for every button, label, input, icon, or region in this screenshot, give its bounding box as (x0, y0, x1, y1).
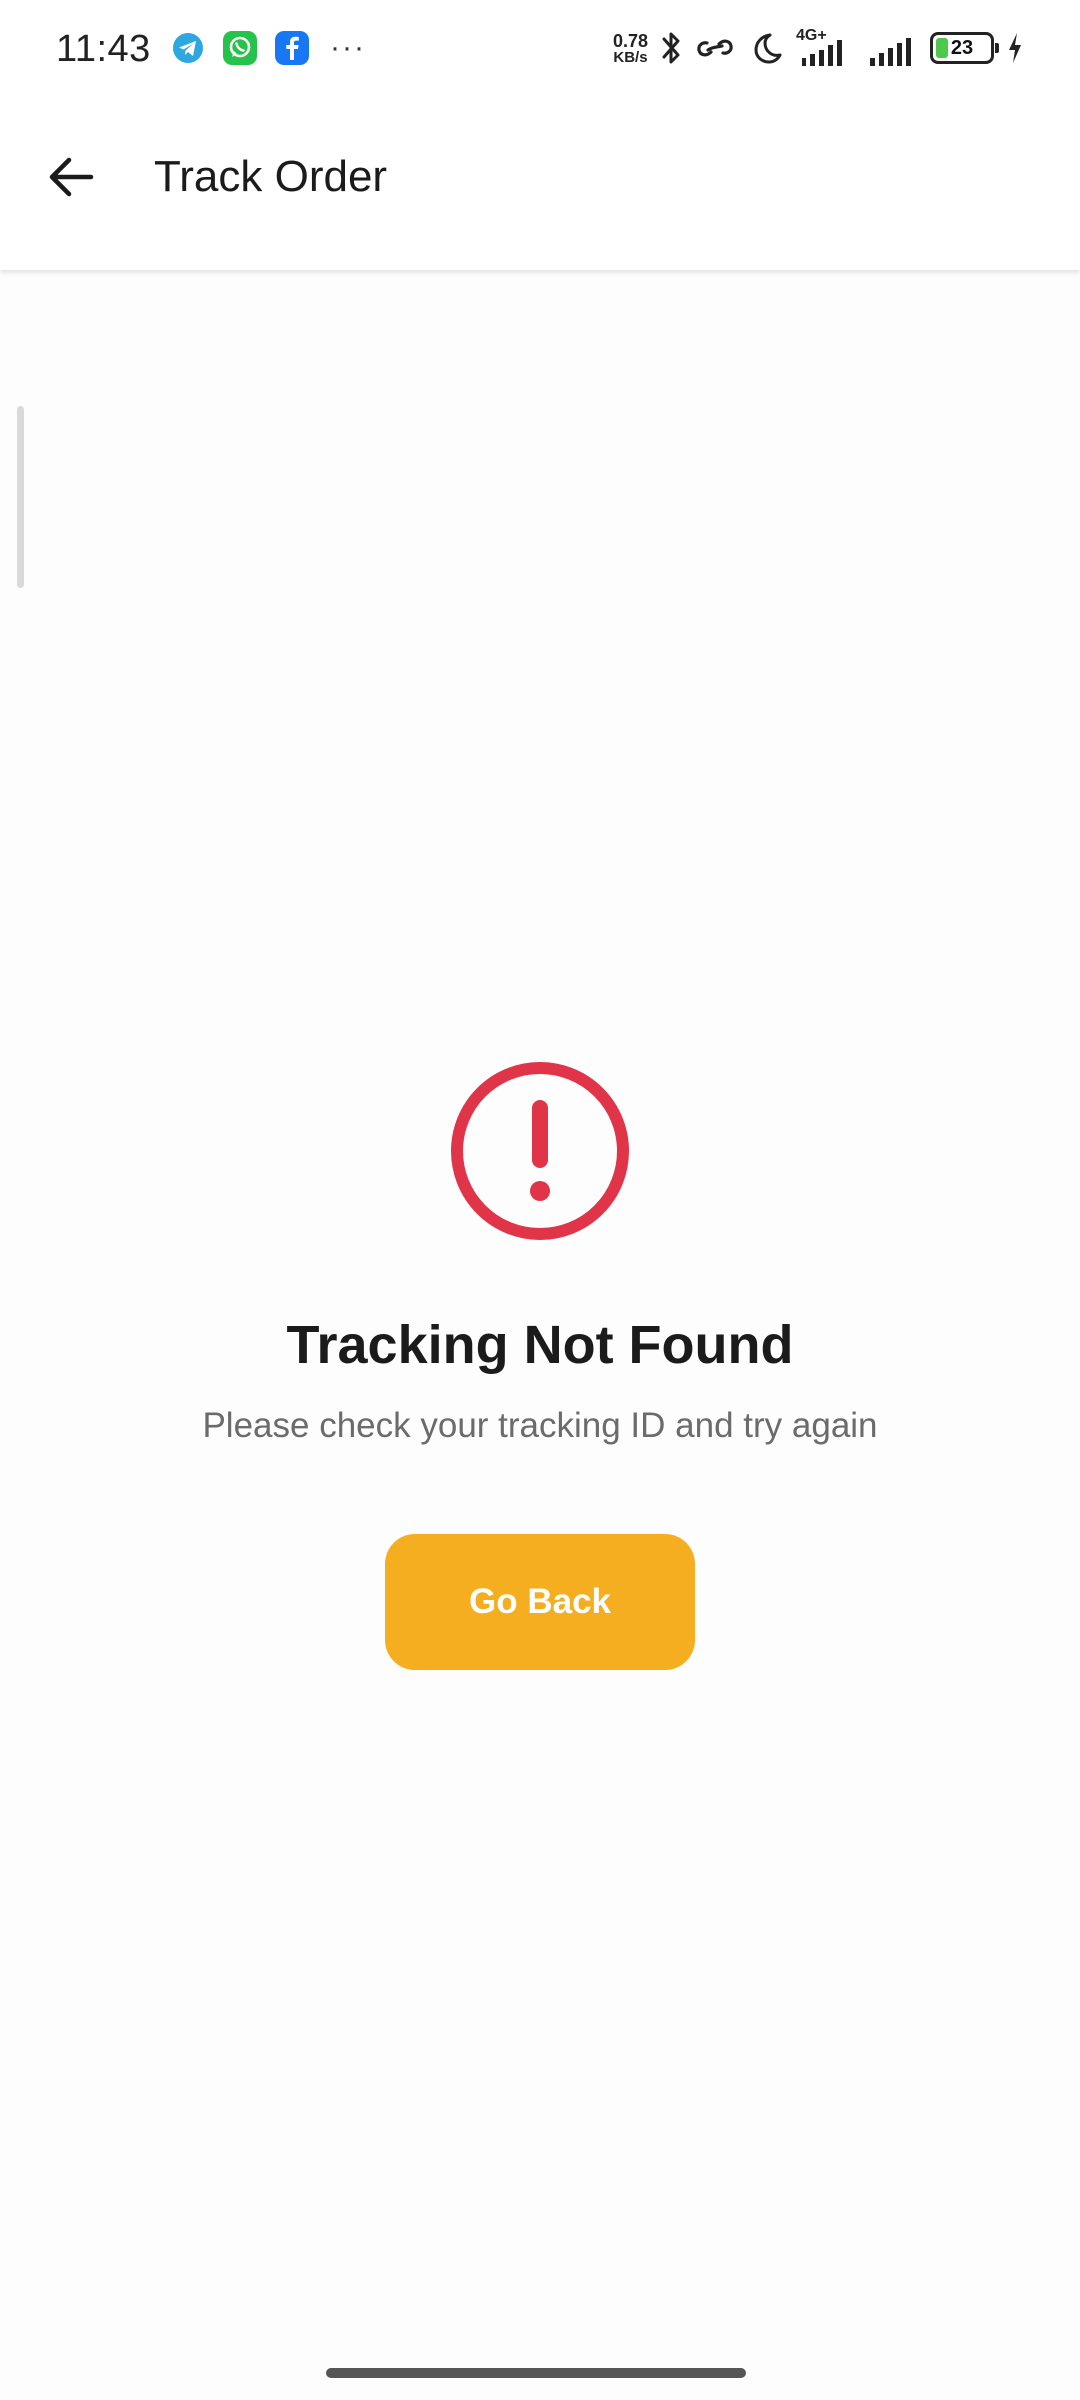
back-button[interactable] (36, 142, 106, 212)
cellular-signal-2-icon (870, 38, 911, 66)
signal-bars-icon (802, 40, 842, 66)
alert-circle-icon (451, 1062, 629, 1240)
page-title: Track Order (154, 152, 388, 201)
arrow-left-icon (49, 157, 94, 197)
network-speed-value: 0.78 (612, 30, 648, 51)
error-message: Please check your tracking ID and try ag… (202, 1406, 878, 1445)
network-speed: 0.78 KB/s (613, 32, 648, 65)
app-bar: Track Order (0, 100, 1080, 270)
facebook-icon (275, 31, 309, 65)
battery-fill (936, 38, 948, 58)
screen: 11:43 ··· 0.78 KB/s 4G+ 23 Track Order T… (0, 0, 1080, 2400)
telegram-icon (173, 33, 203, 63)
battery-level: 23 (950, 36, 974, 59)
more-notifications: ··· (330, 31, 366, 64)
error-state: Tracking Not Found Please check your tra… (0, 1060, 1080, 1670)
error-title: Tracking Not Found (286, 1315, 794, 1375)
system-icons: 0.78 KB/s 4G+ 23 (613, 28, 1024, 68)
go-back-button[interactable]: Go Back (385, 1534, 695, 1670)
status-bar: 11:43 ··· 0.78 KB/s 4G+ 23 (0, 0, 1080, 100)
home-indicator[interactable] (326, 2368, 746, 2378)
moon-icon (754, 33, 782, 64)
link-icon (697, 39, 733, 57)
notification-icons: ··· (170, 30, 366, 66)
battery-indicator: 23 (930, 32, 999, 64)
scroll-indicator (17, 406, 24, 588)
charging-icon (1009, 33, 1021, 63)
bluetooth-icon (662, 32, 680, 64)
cellular-signal-1: 4G+ (796, 28, 856, 68)
status-time: 11:43 (56, 28, 151, 70)
network-speed-unit: KB/s (613, 48, 648, 66)
whatsapp-icon (223, 31, 257, 65)
